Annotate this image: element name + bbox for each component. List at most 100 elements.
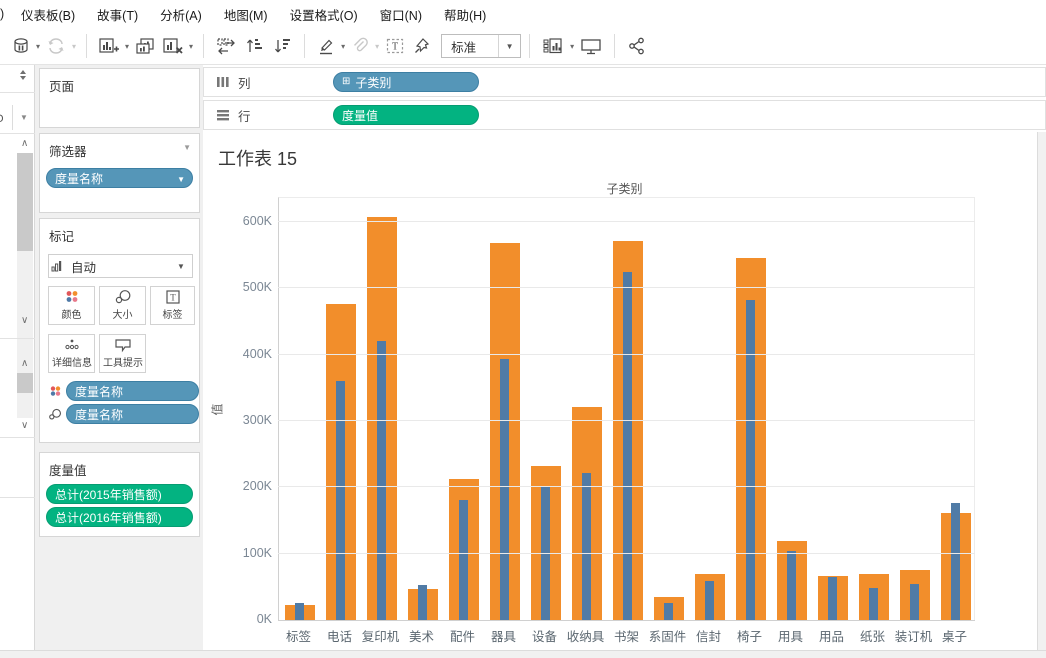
x-axis-category-label: 电话 xyxy=(326,630,352,644)
bar-2015-sales[interactable] xyxy=(951,502,960,620)
bar-2015-sales[interactable] xyxy=(746,300,755,620)
bar-2015-sales[interactable] xyxy=(459,499,468,620)
bar-2015-sales[interactable] xyxy=(787,551,796,620)
bar-2015-sales[interactable] xyxy=(828,576,837,620)
data-source-icon[interactable] xyxy=(8,32,34,60)
bar-2015-sales[interactable] xyxy=(377,341,386,620)
detail-button[interactable]: 详细信息 xyxy=(48,334,95,373)
swap-axes-icon[interactable] xyxy=(212,32,240,60)
show-me-caret[interactable]: ▾ xyxy=(568,42,576,51)
bar-2015-sales[interactable] xyxy=(500,359,509,620)
bar-2015-sales[interactable] xyxy=(623,271,632,620)
size-button-label: 大小 xyxy=(112,309,133,321)
presentation-mode-icon[interactable] xyxy=(576,32,606,60)
filters-collapse-caret[interactable]: ▼ xyxy=(183,143,191,152)
scroll-up-icon[interactable]: ∧ xyxy=(21,138,28,149)
worksheet-area: 工作表 15 子类别 值 0K 100K 200K 300K 400K 500K 600K 标… xyxy=(203,132,1037,650)
filter-pill-measure-names[interactable]: 度量名称 ▼ xyxy=(46,168,193,188)
menu-item-window[interactable]: 窗口(N) xyxy=(369,5,433,24)
measure-pill-2015-sales[interactable]: 总计(2015年销售额) xyxy=(46,484,193,504)
marks-pill-color-measure-names[interactable]: 度量名称 xyxy=(66,381,199,401)
fix-axes-pin-icon[interactable] xyxy=(409,32,435,60)
measure-pill-2016-sales[interactable]: 总计(2016年销售额) xyxy=(46,507,193,527)
bar-2015-sales[interactable] xyxy=(336,381,345,620)
highlight-icon[interactable] xyxy=(313,32,339,60)
fit-selector-caret[interactable]: ▼ xyxy=(498,35,520,57)
scroll-down-icon[interactable]: ∨ xyxy=(21,315,28,326)
clear-sheet-icon[interactable] xyxy=(159,32,187,60)
sort-descending-icon[interactable] xyxy=(268,32,296,60)
size-icon[interactable] xyxy=(46,407,64,422)
status-strip xyxy=(0,650,1046,658)
new-worksheet-icon[interactable] xyxy=(95,32,123,60)
highlight-caret[interactable]: ▾ xyxy=(339,42,347,51)
scroll-down-icon[interactable]: ∨ xyxy=(21,420,28,431)
mark-type-dropdown[interactable]: 自动 ▼ xyxy=(48,254,193,278)
size-button[interactable]: 大小 xyxy=(99,286,146,325)
mark-type-caret[interactable]: ▼ xyxy=(170,255,192,277)
pane-dropdown-caret[interactable]: ▼ xyxy=(20,113,28,122)
scroll-up-icon[interactable]: ∧ xyxy=(21,358,28,369)
color-button[interactable]: 颜色 xyxy=(48,286,95,325)
clear-sheet-caret[interactable]: ▾ xyxy=(187,42,195,51)
tooltip-button[interactable]: 工具提示 xyxy=(99,334,146,373)
columns-pill-label: 子类别 xyxy=(355,75,392,90)
measure-values-card: 度量值 总计(2015年销售额) 总计(2016年销售额) xyxy=(39,452,200,537)
fit-selector[interactable]: 标准 ▼ xyxy=(441,34,522,58)
redo-caret[interactable]: ▾ xyxy=(70,42,78,51)
color-icon[interactable] xyxy=(46,384,64,399)
toolbar-separator xyxy=(304,34,306,58)
rows-shelf-label: 行 xyxy=(238,109,251,124)
new-worksheet-caret[interactable]: ▾ xyxy=(123,42,131,51)
menu-item-dashboard[interactable]: 仪表板(B) xyxy=(10,5,86,24)
data-source-caret[interactable]: ▾ xyxy=(34,42,42,51)
columns-pill-subcategory[interactable]: ⊞ 子类别 xyxy=(333,72,479,92)
gridline xyxy=(278,221,975,222)
bar-2015-sales[interactable] xyxy=(582,473,591,620)
menu-item-story[interactable]: 故事(T) xyxy=(86,5,149,24)
bar-group xyxy=(525,197,566,620)
columns-shelf[interactable]: 列 ⊞ 子类别 xyxy=(203,67,1046,97)
x-axis-category-label: 书架 xyxy=(613,630,639,644)
marks-card: 标记 自动 ▼ 颜色 大小 T 标签 详细信息 工具提示 度量名称 度量名称 xyxy=(39,218,200,443)
marks-pill-row: 度量名称 xyxy=(46,404,199,424)
bar-2015-sales[interactable] xyxy=(418,584,427,620)
pages-card: 页面 xyxy=(39,68,200,128)
marks-pill-size-measure-names[interactable]: 度量名称 xyxy=(66,404,199,424)
plot-pane[interactable] xyxy=(278,197,975,620)
menu-item-format[interactable]: 设置格式(O) xyxy=(279,5,369,24)
bar-2015-sales[interactable] xyxy=(664,603,673,620)
show-me-icon[interactable] xyxy=(538,32,568,60)
show-mark-labels-icon[interactable]: T xyxy=(381,32,409,60)
marks-pill-label: 度量名称 xyxy=(75,407,124,422)
paperclip-caret[interactable]: ▾ xyxy=(373,42,381,51)
filter-pill-caret[interactable]: ▼ xyxy=(177,175,185,184)
bar-group xyxy=(443,197,484,620)
scrollbar-thumb[interactable] xyxy=(17,153,33,251)
y-axis-tick-label: 400K xyxy=(242,346,272,361)
bar-2015-sales[interactable] xyxy=(910,583,919,620)
x-axis-category-label: 收纳具 xyxy=(566,630,605,644)
bar-2015-sales[interactable] xyxy=(705,580,714,620)
toolbar-separator xyxy=(203,34,205,58)
vertical-scrollbar[interactable] xyxy=(1037,132,1046,650)
sort-ascending-icon[interactable] xyxy=(240,32,268,60)
toolbar-separator xyxy=(86,34,88,58)
expand-plus-icon[interactable]: ⊞ xyxy=(342,76,350,87)
x-axis-category-label: 椅子 xyxy=(736,630,762,644)
rows-pill-measure-values[interactable]: 度量值 xyxy=(333,105,479,125)
menu-item-map[interactable]: 地图(M) xyxy=(213,5,279,24)
bar-2015-sales[interactable] xyxy=(869,587,878,620)
duplicate-sheet-icon[interactable] xyxy=(131,32,159,60)
sort-fields-icon[interactable] xyxy=(17,69,29,81)
menu-item-help[interactable]: 帮助(H) xyxy=(433,5,497,24)
paperclip-icon[interactable] xyxy=(347,32,373,60)
undo-redo-icon[interactable] xyxy=(42,32,70,60)
bar-2015-sales[interactable] xyxy=(295,602,304,620)
scrollbar-thumb[interactable] xyxy=(17,373,33,393)
menu-item-analysis[interactable]: 分析(A) xyxy=(149,5,213,24)
rows-shelf[interactable]: 行 度量值 xyxy=(203,100,1046,130)
label-button[interactable]: T 标签 xyxy=(150,286,195,325)
pages-card-title: 页面 xyxy=(49,80,75,94)
share-icon[interactable] xyxy=(623,32,651,60)
